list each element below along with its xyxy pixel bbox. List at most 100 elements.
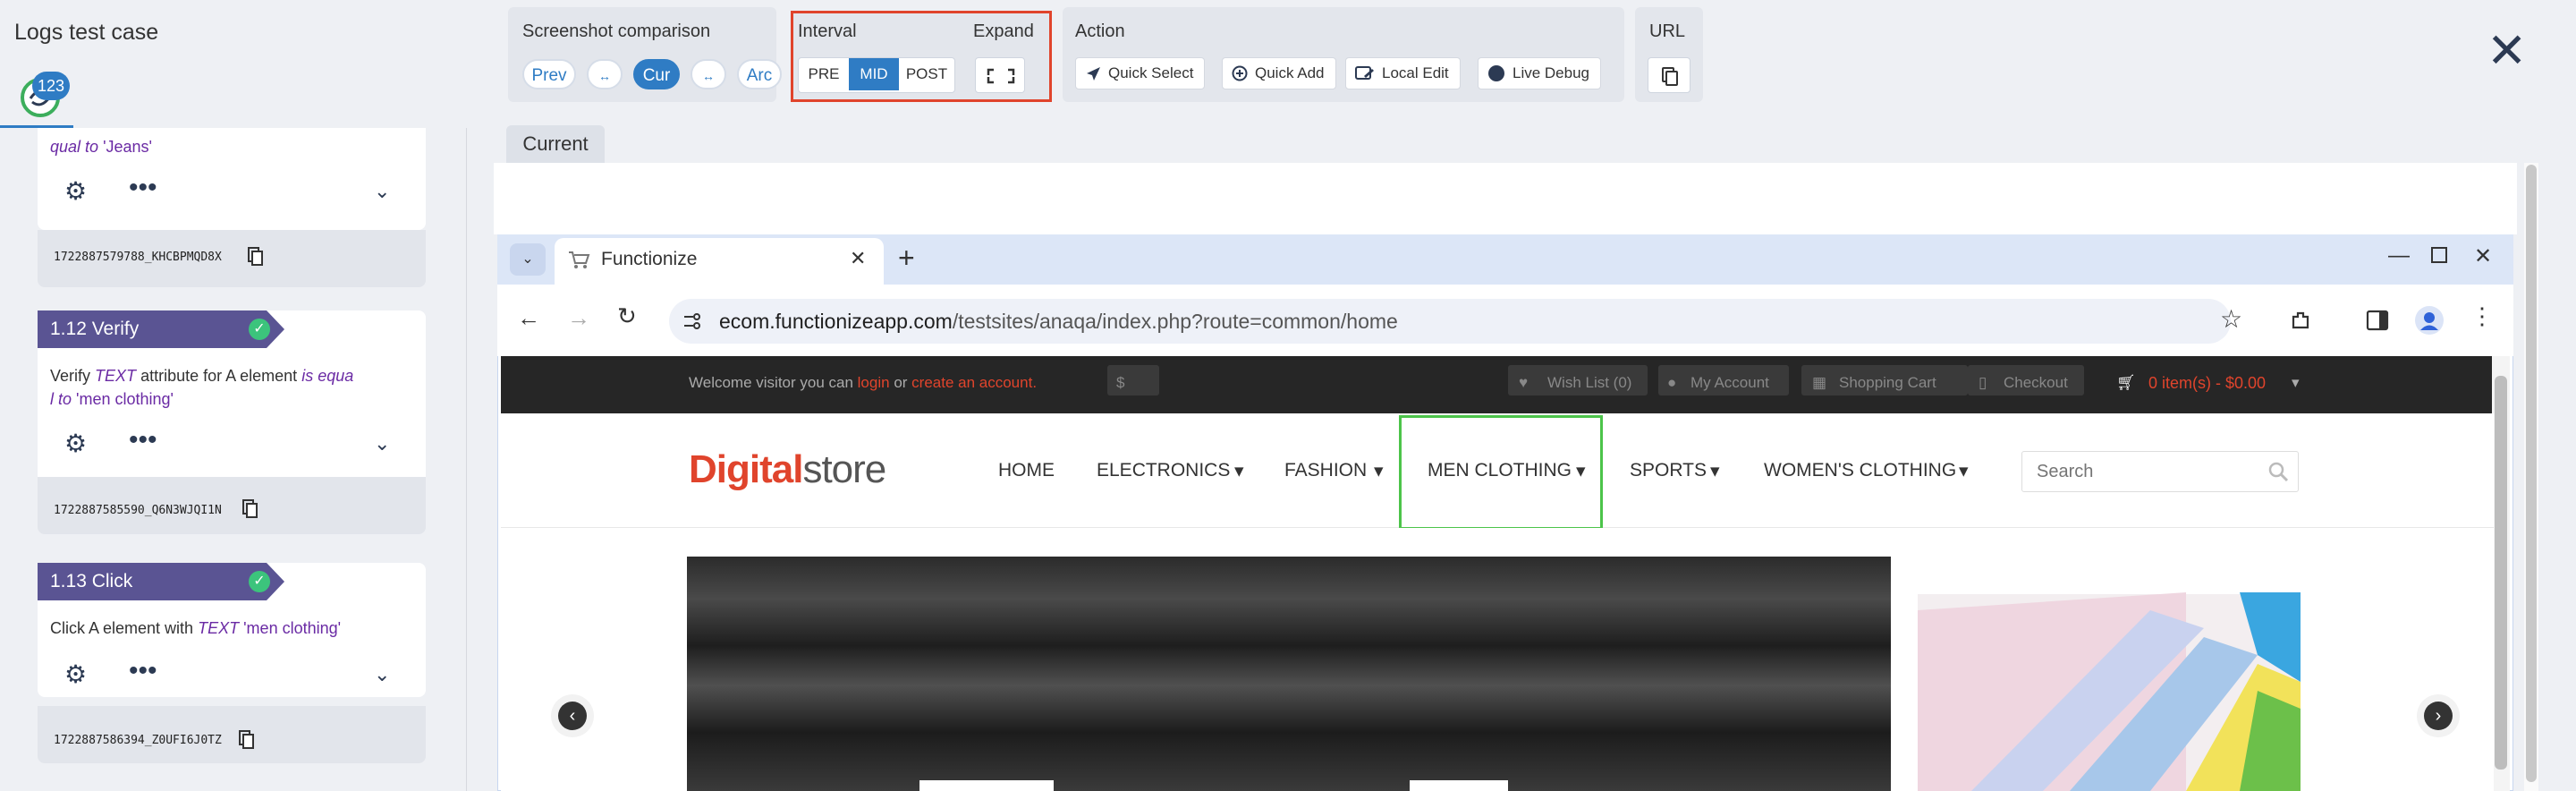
search-icon[interactable] <box>2267 460 2290 483</box>
copy-icon[interactable] <box>238 729 256 751</box>
site-logo[interactable]: Digitalstore <box>689 447 886 492</box>
forward-icon[interactable]: → <box>567 304 590 332</box>
logo-light-text: store <box>802 447 886 491</box>
welcome-label: Welcome visitor you can <box>689 374 853 391</box>
nav-men-clothing[interactable]: MEN CLOTHING <box>1428 460 1572 481</box>
gear-icon[interactable]: ⚙ <box>64 659 87 689</box>
nav-sports[interactable]: SPORTS <box>1630 460 1707 481</box>
site-search-input[interactable] <box>2021 451 2299 492</box>
nav-fashion[interactable]: FASHION <box>1284 460 1367 481</box>
slider-prev-button[interactable]: ‹ <box>551 694 594 737</box>
more-options-icon[interactable]: ••• <box>129 173 157 203</box>
cur-button[interactable]: Cur <box>633 59 680 89</box>
main-scrollbar-thumb[interactable] <box>2526 165 2537 782</box>
expand-title: Expand <box>973 21 1034 41</box>
step-value: 'Jeans' <box>103 138 152 156</box>
logo-bold-text: Digital <box>689 447 803 491</box>
arc-button[interactable]: Arc <box>737 59 782 89</box>
copy-url-button[interactable] <box>1648 57 1690 93</box>
minimize-icon[interactable]: — <box>2388 243 2410 268</box>
tab-current[interactable]: Current <box>506 125 605 163</box>
chevron-down-icon[interactable]: ⌄ <box>374 432 390 455</box>
close-tab-icon[interactable]: ✕ <box>850 247 866 270</box>
live-debug-icon <box>1488 65 1504 81</box>
step-relation: is equa <box>301 367 354 385</box>
login-link[interactable]: login <box>858 374 890 391</box>
step-description: Click A element with TEXT 'men clothing' <box>50 617 341 640</box>
notification-count-badge: 123 <box>32 72 70 100</box>
check-icon: ✓ <box>249 571 270 592</box>
new-tab-icon[interactable]: + <box>898 242 915 275</box>
or-label: or <box>894 374 908 391</box>
create-account-link[interactable]: create an account. <box>911 374 1037 391</box>
local-edit-icon <box>1355 66 1374 80</box>
more-options-icon[interactable]: ••• <box>129 425 157 455</box>
nav-home[interactable]: HOME <box>998 460 1055 481</box>
slider-next-button[interactable]: › <box>2417 694 2460 737</box>
gear-icon[interactable]: ⚙ <box>64 429 87 458</box>
prev-button[interactable]: Prev <box>522 59 576 89</box>
side-panel-icon[interactable] <box>2365 308 2390 333</box>
screenshot-comparison-title: Screenshot comparison <box>522 21 711 41</box>
tab-search-button[interactable]: ⌄ <box>510 243 546 276</box>
my-account-label: My Account <box>1690 374 1769 391</box>
step-type: TEXT <box>198 619 240 637</box>
chevron-right-icon: › <box>2424 702 2453 730</box>
site-info-icon[interactable] <box>682 311 701 331</box>
check-icon: ✓ <box>249 319 270 340</box>
step-action: Click A element with <box>50 619 194 637</box>
nav-womens-clothing-caret: ▾ <box>1959 461 1969 481</box>
extensions-icon[interactable] <box>2290 308 2315 333</box>
quick-add-label: Quick Add <box>1255 64 1325 81</box>
hero-product-image <box>919 780 1054 791</box>
color-swatches-image <box>1918 592 2301 791</box>
url-text: ecom.functionizeapp.com/testsites/anaqa/… <box>719 310 1398 334</box>
step-id: 1722887585590_Q6N3WJQI1N <box>54 504 222 517</box>
url-title: URL <box>1649 21 1686 41</box>
live-debug-button[interactable]: Live Debug <box>1478 57 1602 89</box>
cart-icon: 🛒︎ <box>2116 374 2136 391</box>
close-window-icon[interactable]: ✕ <box>2474 243 2492 269</box>
local-edit-button[interactable]: Local Edit <box>1345 57 1461 89</box>
browser-menu-icon[interactable]: ⋮ <box>2470 304 2494 327</box>
back-icon[interactable]: ← <box>517 304 540 332</box>
quick-add-button[interactable]: Quick Add <box>1222 57 1336 89</box>
close-icon[interactable]: ✕ <box>2487 27 2527 75</box>
cart-small-icon: ▦ <box>1812 374 1827 391</box>
copy-icon[interactable] <box>242 498 259 520</box>
bookmark-star-icon[interactable]: ☆ <box>2220 304 2242 334</box>
profile-avatar[interactable] <box>2415 306 2444 335</box>
chevron-down-icon[interactable]: ⌄ <box>374 663 390 686</box>
chevron-down-icon[interactable]: ⌄ <box>374 180 390 203</box>
nav-fashion-caret: ▾ <box>1374 461 1384 481</box>
nav-electronics[interactable]: ELECTRONICS <box>1097 460 1230 481</box>
profile-icon <box>2420 312 2438 330</box>
interval-segmented-control: PRE MID POST <box>798 57 955 93</box>
more-options-icon[interactable]: ••• <box>129 656 157 686</box>
copy-icon[interactable] <box>247 246 265 268</box>
step-description: Verify TEXT attribute for A element is e… <box>50 364 408 411</box>
user-icon: ● <box>1667 374 1677 391</box>
interval-mid-button[interactable]: MID <box>849 58 899 90</box>
step-relation: l to <box>50 390 72 408</box>
gear-icon[interactable]: ⚙ <box>64 176 87 206</box>
currency-dropdown[interactable] <box>1107 365 1159 396</box>
shopping-cart-label: Shopping Cart <box>1839 374 1936 391</box>
local-edit-label: Local Edit <box>1382 64 1449 81</box>
site-scrollbar-thumb[interactable] <box>2495 376 2507 770</box>
nav-womens-clothing[interactable]: WOMEN'S CLOTHING <box>1764 460 1956 481</box>
step-label: 1.12 Verify <box>38 310 284 348</box>
maximize-icon[interactable] <box>2431 247 2447 263</box>
interval-post-button[interactable]: POST <box>899 58 954 90</box>
expand-button[interactable] <box>975 57 1025 93</box>
quick-select-button[interactable]: Quick Select <box>1075 57 1206 89</box>
swap-cur-arc-button[interactable]: ↔ <box>691 59 726 89</box>
reload-icon[interactable]: ↻ <box>617 302 637 330</box>
step-id: 1722887579788_KHCBPMQD8X <box>54 251 222 264</box>
cart-dropdown-icon[interactable]: ▾ <box>2292 374 2300 392</box>
nav-men-clothing-caret: ▾ <box>1576 461 1586 481</box>
swap-prev-cur-button[interactable]: ↔ <box>587 59 623 89</box>
browser-tab-title: Functionize <box>601 249 698 269</box>
interval-pre-button[interactable]: PRE <box>799 58 849 90</box>
cart-total[interactable]: 0 item(s) - $0.00 <box>2148 374 2266 393</box>
